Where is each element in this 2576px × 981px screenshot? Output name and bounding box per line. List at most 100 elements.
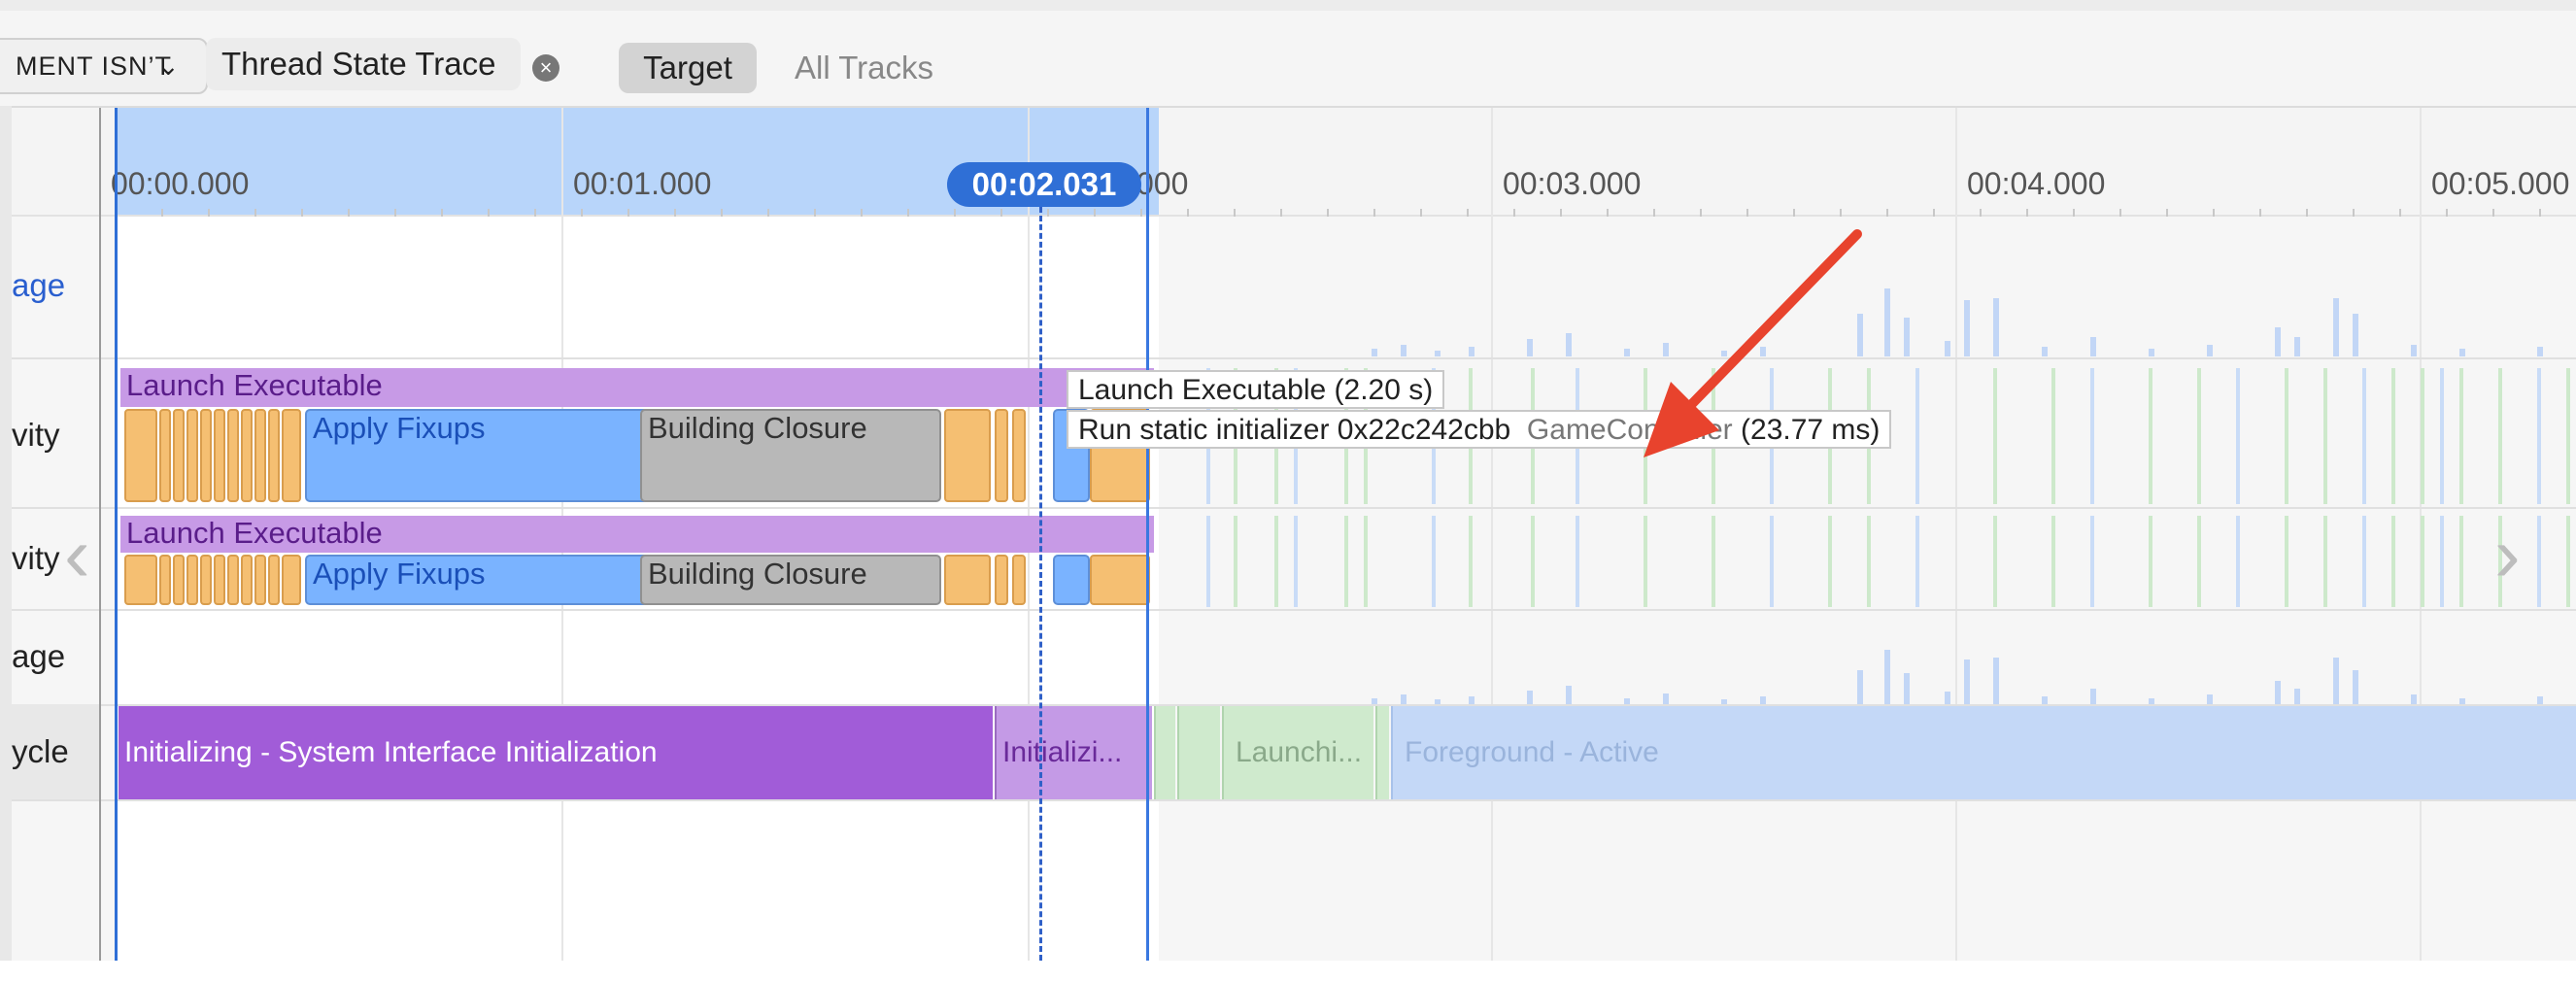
tick-label-4s: 00:04.000: [1967, 166, 2106, 201]
usage-spike: [1945, 692, 1950, 704]
orange-interval: [254, 409, 266, 502]
faded-event-bar: [2459, 368, 2463, 504]
faded-event-bar: [2051, 368, 2055, 504]
row-separator: [12, 609, 2576, 611]
orange-interval: [214, 555, 225, 605]
faded-event-bar: [2566, 516, 2570, 607]
orange-interval: [173, 409, 185, 502]
faded-event-bar: [2149, 368, 2152, 504]
ruler-tick: [1094, 209, 1096, 217]
ruler-tick: [254, 209, 256, 217]
faded-event-bar: [2440, 368, 2444, 504]
usage-spike: [1760, 696, 1766, 704]
window-bottom-strip: [0, 961, 2576, 981]
window-top-strip: [0, 0, 2576, 11]
lifecycle-segment-green[interactable]: [1375, 706, 1389, 799]
all-tracks-button[interactable]: All Tracks: [795, 43, 933, 93]
lifecycle-initializing[interactable]: Initializi...: [995, 706, 1152, 799]
playhead-time-badge[interactable]: 00:02.031: [947, 162, 1141, 207]
track-label-activity-2[interactable]: vity: [12, 540, 60, 577]
lifecycle-segment-green[interactable]: [1154, 706, 1175, 799]
launch-executable-interval[interactable]: Launch Executable: [120, 368, 1154, 407]
usage-spike: [1945, 341, 1950, 356]
orange-interval: [1012, 409, 1026, 502]
faded-event-bar: [2566, 368, 2570, 504]
ruler-tick: [2259, 209, 2261, 217]
row-separator: [12, 357, 2576, 359]
faded-event-bar: [2440, 516, 2444, 607]
usage-spike: [1527, 339, 1533, 356]
lifecycle-system-init[interactable]: Initializing - System Interface Initiali…: [119, 706, 993, 799]
ruler-tick: [674, 209, 676, 217]
building-closure-interval[interactable]: Building Closure: [640, 409, 941, 502]
usage-spike: [1401, 694, 1407, 704]
ruler-tick: [767, 209, 769, 217]
lifecycle-launching[interactable]: Launchi...: [1222, 706, 1373, 799]
usage-spike: [2353, 314, 2358, 356]
chevron-down-icon[interactable]: ⌄: [157, 40, 180, 92]
filter-operator-token[interactable]: MENT ISN’T ⌄: [0, 38, 208, 94]
orange-interval: [227, 409, 239, 502]
annotation-arrow-icon: [1644, 229, 1862, 457]
apply-fixups-interval[interactable]: Apply Fixups: [305, 409, 649, 502]
usage-spike: [1435, 699, 1441, 704]
faded-event-bar: [2090, 516, 2094, 607]
usage-spike: [2294, 689, 2300, 704]
track-label-activity[interactable]: vity: [12, 417, 60, 454]
track-label-lifecycle[interactable]: ycle: [12, 704, 99, 799]
usage-spike: [2207, 345, 2213, 356]
faded-event-bar: [1770, 516, 1774, 607]
track-label-usage[interactable]: age: [12, 267, 65, 304]
ruler-tick: [1467, 209, 1469, 217]
faded-event-bar: [2421, 368, 2424, 504]
filter-bar: MENT ISN’T ⌄ Thread State Trace ×: [0, 11, 2576, 108]
ruler-tick: [1047, 209, 1049, 217]
faded-event-bar: [1206, 516, 1210, 607]
building-closure-interval-2[interactable]: Building Closure: [640, 555, 941, 605]
usage-spike: [1624, 698, 1630, 704]
usage-spike: [1964, 300, 1970, 356]
orange-interval: [995, 555, 1008, 605]
chevron-right-icon[interactable]: ›: [2494, 516, 2521, 593]
ruler-tick: [1513, 209, 1515, 217]
orange-interval: [159, 555, 171, 605]
chevron-left-icon[interactable]: ‹: [64, 516, 90, 593]
faded-event-bar: [1234, 516, 1237, 607]
static-initializer-interval-2[interactable]: [1053, 555, 1090, 605]
target-scope-button[interactable]: Target: [619, 43, 757, 93]
filter-value-token[interactable]: Thread State Trace: [206, 38, 521, 90]
lifecycle-segment-green[interactable]: [1177, 706, 1220, 799]
faded-event-bar: [2236, 368, 2240, 504]
usage-spike: [2411, 345, 2417, 356]
ruler-tick: [1280, 209, 1282, 217]
apply-fixups-interval-2[interactable]: Apply Fixups: [305, 555, 649, 605]
faded-event-bar: [2362, 516, 2366, 607]
usage-spike: [1993, 298, 1999, 356]
orange-interval: [173, 555, 185, 605]
clear-filter-icon[interactable]: ×: [532, 54, 559, 82]
faded-event-bar: [2498, 368, 2502, 504]
ruler-tick: [861, 209, 863, 217]
usage-spike: [2207, 694, 2213, 704]
faded-event-bar: [1531, 516, 1535, 607]
ruler-tick: [1560, 209, 1562, 217]
ruler-tick: [1187, 209, 1189, 217]
faded-event-bar: [1469, 516, 1473, 607]
usage-spike: [1721, 699, 1727, 704]
timeline-area[interactable]: 00:00.000 00:01.000 000 00:03.000 00:04.…: [12, 108, 2576, 961]
ruler-tick: [2119, 209, 2121, 217]
faded-event-bar: [2197, 368, 2201, 504]
usage-spike: [2459, 349, 2465, 356]
track-label-usage-2[interactable]: age: [12, 638, 65, 675]
tick-label-0s: 00:00.000: [111, 166, 250, 201]
ruler-tick: [208, 209, 210, 217]
range-start-marker[interactable]: [115, 108, 118, 961]
usage-spike: [2333, 658, 2339, 704]
launch-executable-interval-2[interactable]: Launch Executable: [120, 516, 1154, 553]
faded-event-bar: [1364, 516, 1368, 607]
usage-spike: [2294, 337, 2300, 356]
playhead-line[interactable]: [1039, 207, 1042, 961]
orange-interval: [995, 409, 1008, 502]
lifecycle-foreground-active[interactable]: Foreground - Active: [1391, 706, 2576, 799]
range-end-marker[interactable]: [1146, 108, 1149, 961]
